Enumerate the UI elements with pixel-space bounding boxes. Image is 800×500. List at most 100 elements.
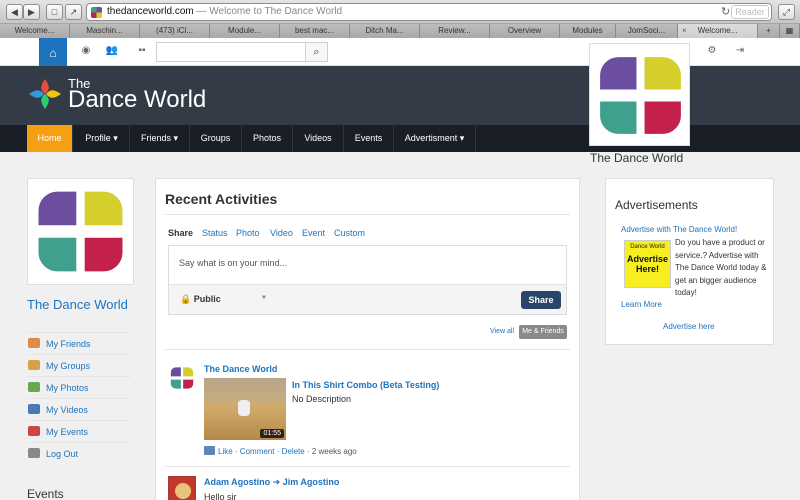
divider xyxy=(165,466,570,467)
delete-link[interactable]: Delete xyxy=(282,447,305,456)
back-icon[interactable]: ◀ xyxy=(6,4,23,20)
ad-image-brand: Dance World xyxy=(630,244,665,250)
activity-author[interactable]: Adam Agostino ➜ Jim Agostino xyxy=(204,477,339,488)
avatar xyxy=(600,57,681,134)
profile-avatar[interactable] xyxy=(27,178,134,285)
sidebar-icon[interactable]: □ xyxy=(46,4,63,20)
favicon-icon xyxy=(91,7,102,18)
advertise-here-link[interactable]: Advertise here xyxy=(663,322,715,331)
logo-icon xyxy=(38,191,123,272)
dance-world-logo-icon[interactable] xyxy=(27,77,63,111)
reload-icon[interactable]: ↻ xyxy=(721,5,730,18)
floating-logo-card xyxy=(589,43,690,146)
close-tab-icon[interactable]: × xyxy=(682,24,687,38)
me-friends-button[interactable]: Me & Friends xyxy=(519,325,567,339)
video-duration: 01:55 xyxy=(260,429,284,438)
browser-toolbar: ◀ ▶ □ ↗ thedanceworld.com — Welcome to T… xyxy=(0,0,800,24)
browser-tab[interactable]: (473) iCl... xyxy=(140,24,210,38)
privacy-select[interactable]: 🔒 Public xyxy=(180,294,221,305)
home-icon[interactable]: ⌂ xyxy=(39,38,67,68)
browser-tab-active[interactable]: × Welcome... xyxy=(678,24,758,38)
nav-groups[interactable]: Groups xyxy=(190,125,242,152)
sidebar-item-my-groups[interactable]: My Groups xyxy=(27,354,131,376)
browser-tab[interactable]: Modules xyxy=(560,24,616,38)
tab-overview-icon[interactable]: ▦ xyxy=(780,24,800,38)
divider xyxy=(165,349,570,350)
logout-icon[interactable]: ⇥ xyxy=(732,44,748,58)
like-link[interactable]: Like xyxy=(218,447,233,456)
photo-icon xyxy=(28,382,40,392)
logout-icon xyxy=(28,448,40,458)
author-avatar[interactable] xyxy=(168,364,196,392)
search-icon[interactable]: ⌕ xyxy=(306,42,328,62)
tab-bar: Welcome... Maschin... (473) iCl... Modul… xyxy=(0,24,800,38)
video-icon xyxy=(28,404,40,414)
tab-custom[interactable]: Custom xyxy=(334,228,365,238)
browser-tab[interactable]: JomSoci... xyxy=(616,24,678,38)
floating-site-name: The Dance World xyxy=(590,151,684,165)
browser-tab[interactable]: Welcome... xyxy=(0,24,70,38)
ad-image-cta: Advertise Here! xyxy=(626,254,669,274)
nav-friends[interactable]: Friends ▾ xyxy=(130,125,190,152)
forward-icon[interactable]: ▶ xyxy=(23,4,40,20)
nav-profile[interactable]: Profile ▾ xyxy=(74,125,130,152)
view-all-link[interactable]: View all xyxy=(490,328,514,335)
browser-tab[interactable]: Maschin... xyxy=(70,24,140,38)
messages-icon[interactable]: ▪▪ xyxy=(134,44,150,58)
browser-tab[interactable]: Ditch Ma... xyxy=(350,24,420,38)
browser-tab[interactable]: Review... xyxy=(420,24,490,38)
globe-icon[interactable]: ◉ xyxy=(78,44,94,58)
address-bar[interactable]: thedanceworld.com — Welcome to The Dance… xyxy=(86,3,772,21)
tab-status[interactable]: Status xyxy=(202,228,228,238)
status-placeholder[interactable]: Say what is on your mind... xyxy=(179,258,287,268)
reader-button[interactable]: Reader xyxy=(731,5,769,19)
video-thumbnail[interactable]: 01:55 xyxy=(204,378,286,440)
share-button[interactable]: Share xyxy=(521,291,561,309)
fullscreen-icon[interactable]: ⤢ xyxy=(778,4,795,20)
browser-tab[interactable]: Overview xyxy=(490,24,560,38)
thumbnail-figure xyxy=(238,400,250,416)
ad-link[interactable]: Advertise with The Dance World! xyxy=(621,225,737,234)
activity-author[interactable]: The Dance World xyxy=(204,364,277,374)
profile-name[interactable]: The Dance World xyxy=(27,297,128,312)
sidebar-item-log-out[interactable]: Log Out xyxy=(27,442,131,464)
search-input[interactable] xyxy=(156,42,306,62)
ad-copy: Do you have a product or service.? Adver… xyxy=(675,238,767,297)
sidebar-item-my-photos[interactable]: My Photos xyxy=(27,376,131,398)
author-avatar[interactable] xyxy=(168,476,196,500)
nav-videos[interactable]: Videos xyxy=(293,125,344,152)
avatar-face xyxy=(175,483,191,499)
video-title[interactable]: In This Shirt Combo (Beta Testing) xyxy=(292,380,439,390)
browser-tab[interactable]: best mac... xyxy=(280,24,350,38)
tab-video[interactable]: Video xyxy=(270,228,293,238)
ad-image[interactable]: Dance World Advertise Here! xyxy=(624,240,671,288)
video-icon xyxy=(204,446,215,455)
user-icon xyxy=(28,338,40,348)
nav-advertisment[interactable]: Advertisment ▾ xyxy=(394,125,476,152)
ads-heading: Advertisements xyxy=(615,198,698,212)
browser-tab[interactable]: Module... xyxy=(210,24,280,38)
sidebar-item-my-events[interactable]: My Events xyxy=(27,420,131,442)
new-tab-icon[interactable]: + xyxy=(758,24,780,38)
group-icon xyxy=(28,360,40,370)
friends-icon[interactable]: 👥 xyxy=(104,44,120,58)
nav-photos[interactable]: Photos xyxy=(242,125,293,152)
status-footer xyxy=(169,284,566,314)
share-icon[interactable]: ↗ xyxy=(65,4,82,20)
sidebar-item-my-videos[interactable]: My Videos xyxy=(27,398,131,420)
nav-home[interactable]: Home xyxy=(27,125,73,152)
calendar-icon xyxy=(28,426,40,436)
nav-events[interactable]: Events xyxy=(344,125,394,152)
chevron-down-icon[interactable]: ▼ xyxy=(261,295,267,301)
address-text: thedanceworld.com — Welcome to The Dance… xyxy=(107,6,343,17)
tab-event[interactable]: Event xyxy=(302,228,325,238)
comment-link[interactable]: Comment xyxy=(240,447,275,456)
logo-text: Dance World xyxy=(68,86,207,113)
activity-time: 2 weeks ago xyxy=(311,447,357,456)
lock-icon: 🔒 xyxy=(180,294,194,304)
gear-icon[interactable]: ⚙ xyxy=(704,44,720,58)
sidebar-item-my-friends[interactable]: My Friends xyxy=(27,332,131,354)
tab-photo[interactable]: Photo xyxy=(236,228,260,238)
learn-more-link[interactable]: Learn More xyxy=(621,300,662,309)
activity-text: Hello sir xyxy=(204,492,237,500)
